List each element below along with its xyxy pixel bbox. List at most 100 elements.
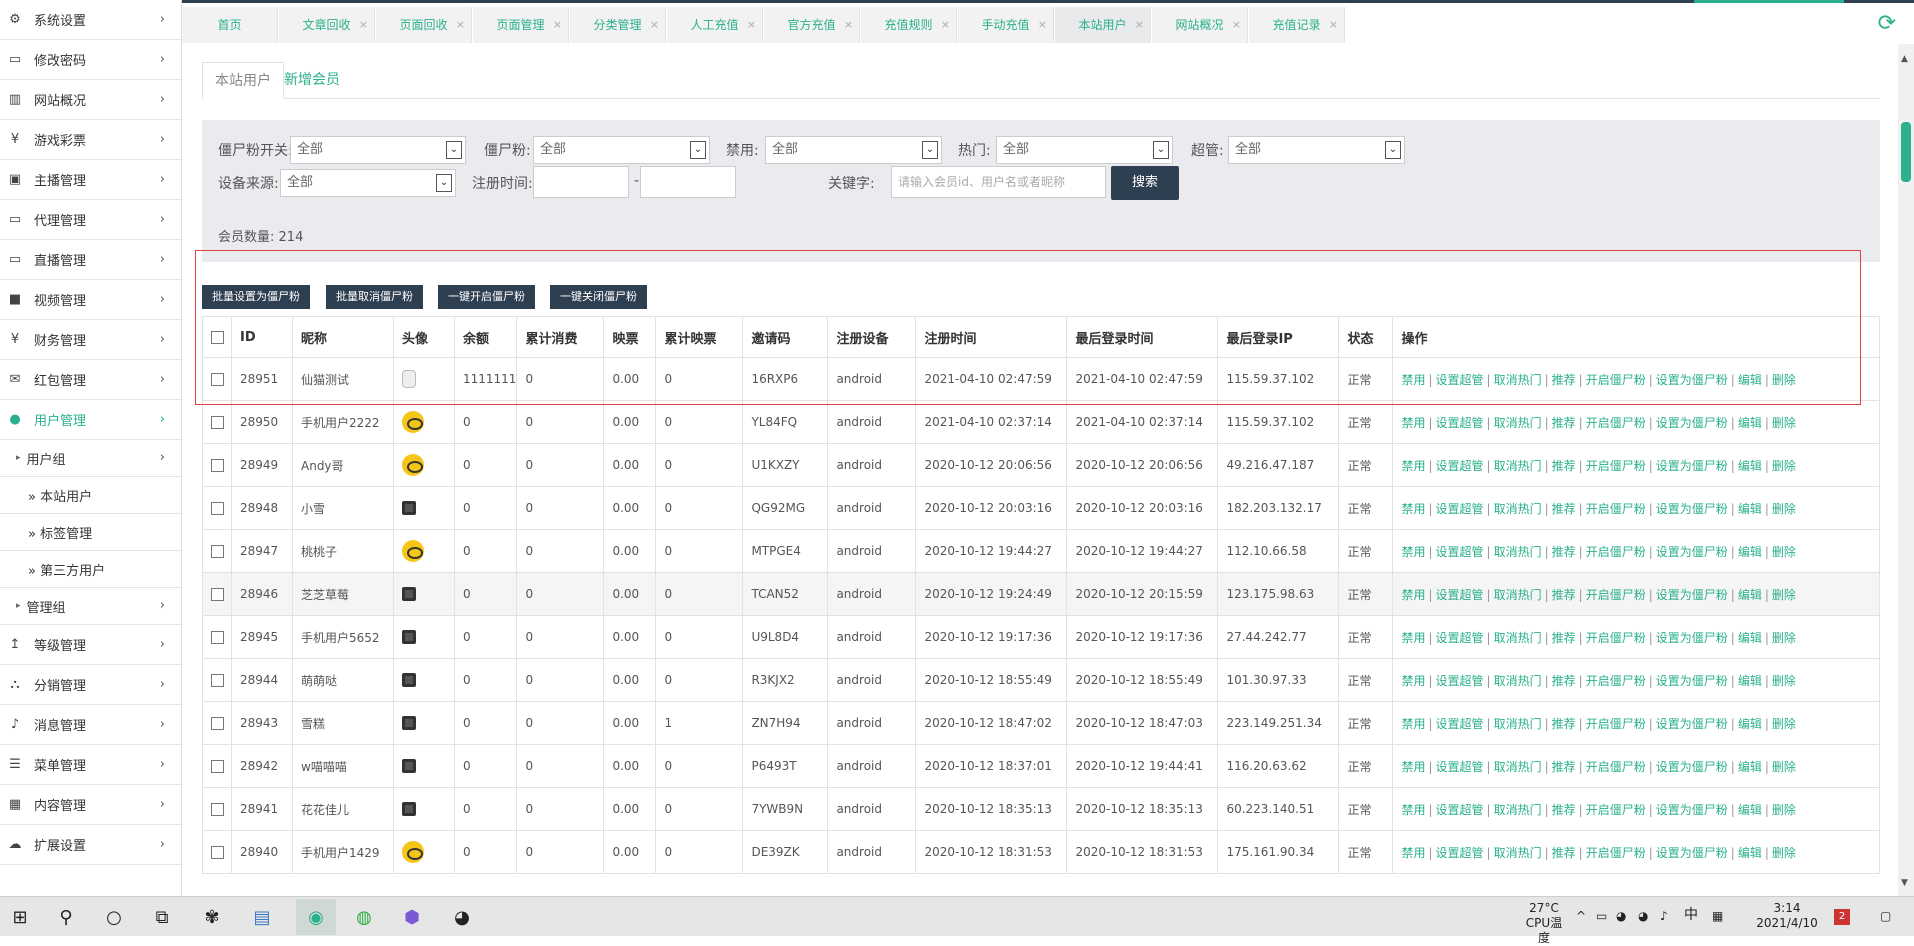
close-icon[interactable]: × <box>359 7 368 43</box>
row-action-link[interactable]: 开启僵尸粉 <box>1586 459 1646 473</box>
row-action-link[interactable]: 取消热门 <box>1494 760 1542 774</box>
row-action-link[interactable]: 设置超管 <box>1436 502 1484 516</box>
row-action-link[interactable]: 禁用 <box>1401 674 1425 688</box>
row-action-link[interactable]: 禁用 <box>1401 588 1425 602</box>
keyboard-icon[interactable]: ▦ <box>1712 909 1723 924</box>
row-action-link[interactable]: 禁用 <box>1401 846 1425 860</box>
row-action-link[interactable]: 开启僵尸粉 <box>1586 846 1646 860</box>
checkbox[interactable] <box>211 545 224 558</box>
sidebar-item[interactable]: ▦ 内容管理 › <box>0 785 181 825</box>
qq-tray-icon[interactable]: ◕ <box>1616 909 1626 924</box>
scroll-up-icon[interactable]: ▲ <box>1901 54 1908 64</box>
sidebar-item[interactable]: ¥ 财务管理 › <box>0 320 181 360</box>
sidebar-item[interactable]: ↥ 等级管理 › <box>0 625 181 665</box>
sidebar-item[interactable]: ▭ 直播管理 › <box>0 240 181 280</box>
checkbox[interactable] <box>211 373 224 386</box>
tab[interactable]: 分类管理 × <box>570 7 666 43</box>
row-action-link[interactable]: 编辑 <box>1738 545 1762 559</box>
row-action-link[interactable]: 编辑 <box>1738 803 1762 817</box>
tab[interactable]: 本站用户 × <box>1055 7 1151 43</box>
row-action-link[interactable]: 删除 <box>1772 416 1796 430</box>
reg-start-input[interactable] <box>533 166 629 198</box>
row-action-link[interactable]: 禁用 <box>1401 717 1425 731</box>
row-action-link[interactable]: 推荐 <box>1552 416 1576 430</box>
row-action-link[interactable]: 开启僵尸粉 <box>1586 545 1646 559</box>
row-action-link[interactable]: 编辑 <box>1738 631 1762 645</box>
row-action-link[interactable]: 开启僵尸粉 <box>1586 502 1646 516</box>
row-action-link[interactable]: 推荐 <box>1552 588 1576 602</box>
file-explorer-icon[interactable]: ▤ <box>250 905 274 929</box>
row-action-link[interactable]: 删除 <box>1772 588 1796 602</box>
checkbox[interactable] <box>211 588 224 601</box>
refresh-icon[interactable]: ⟳ <box>1878 11 1896 36</box>
row-action-link[interactable]: 删除 <box>1772 803 1796 817</box>
row-action-link[interactable]: 设置超管 <box>1436 416 1484 430</box>
row-action-link[interactable]: 编辑 <box>1738 373 1762 387</box>
row-action-link[interactable]: 开启僵尸粉 <box>1586 373 1646 387</box>
row-action-link[interactable]: 设置为僵尸粉 <box>1656 502 1728 516</box>
sidebar-item[interactable]: ☁ 扩展设置 › <box>0 825 181 865</box>
zombie-switch-select[interactable]: 全部 ⌄ <box>290 136 466 164</box>
row-action-link[interactable]: 设置超管 <box>1436 846 1484 860</box>
sidebar-item[interactable]: ▣ 主播管理 › <box>0 160 181 200</box>
row-action-link[interactable]: 设置超管 <box>1436 631 1484 645</box>
row-action-link[interactable]: 推荐 <box>1552 846 1576 860</box>
row-select[interactable] <box>202 701 232 745</box>
row-action-link[interactable]: 禁用 <box>1401 459 1425 473</box>
row-action-link[interactable]: 开启僵尸粉 <box>1586 760 1646 774</box>
row-action-link[interactable]: 设置为僵尸粉 <box>1656 846 1728 860</box>
tab[interactable]: 文章回收 × <box>279 7 375 43</box>
row-action-link[interactable]: 推荐 <box>1552 545 1576 559</box>
row-action-link[interactable]: 设置超管 <box>1436 588 1484 602</box>
checkbox[interactable] <box>211 502 224 515</box>
sidebar-subitem[interactable]: ▸ 管理组 › <box>0 588 181 625</box>
row-action-link[interactable]: 设置超管 <box>1436 717 1484 731</box>
row-action-link[interactable]: 禁用 <box>1401 760 1425 774</box>
row-action-link[interactable]: 取消热门 <box>1494 459 1542 473</box>
checkbox[interactable] <box>211 416 224 429</box>
row-action-link[interactable]: 设置为僵尸粉 <box>1656 674 1728 688</box>
row-action-link[interactable]: 禁用 <box>1401 502 1425 516</box>
sidebar-item[interactable]: ¥ 游戏彩票 › <box>0 120 181 160</box>
close-icon[interactable]: × <box>1329 7 1338 43</box>
row-select[interactable] <box>202 443 232 487</box>
bulk-action-button[interactable]: 批量取消僵尸粉 <box>326 285 423 309</box>
row-action-link[interactable]: 编辑 <box>1738 459 1762 473</box>
chevron-up-icon[interactable]: ^ <box>1576 909 1586 924</box>
volume-icon[interactable]: ♪ <box>1660 909 1668 924</box>
row-action-link[interactable]: 删除 <box>1772 674 1796 688</box>
row-action-link[interactable]: 删除 <box>1772 717 1796 731</box>
tab[interactable]: 网站概况 × <box>1152 7 1248 43</box>
row-action-link[interactable]: 禁用 <box>1401 631 1425 645</box>
tab[interactable]: 充值记录 × <box>1249 7 1345 43</box>
row-action-link[interactable]: 删除 <box>1772 502 1796 516</box>
row-select[interactable] <box>202 787 232 831</box>
row-select[interactable] <box>202 357 232 401</box>
row-action-link[interactable]: 推荐 <box>1552 502 1576 516</box>
checkbox[interactable] <box>211 846 224 859</box>
sidebar-item[interactable]: ▥ 网站概况 › <box>0 80 181 120</box>
notification-badge[interactable]: 2 <box>1834 909 1850 925</box>
row-action-link[interactable]: 禁用 <box>1401 373 1425 387</box>
row-action-link[interactable]: 设置超管 <box>1436 545 1484 559</box>
row-action-link[interactable]: 禁用 <box>1401 545 1425 559</box>
row-action-link[interactable]: 开启僵尸粉 <box>1586 803 1646 817</box>
checkbox[interactable] <box>211 717 224 730</box>
close-icon[interactable]: × <box>650 7 659 43</box>
tab[interactable]: 充值规则 × <box>861 7 957 43</box>
ban-select[interactable]: 全部 ⌄ <box>765 136 942 164</box>
row-action-link[interactable]: 取消热门 <box>1494 588 1542 602</box>
row-action-link[interactable]: 设置为僵尸粉 <box>1656 545 1728 559</box>
row-action-link[interactable]: 开启僵尸粉 <box>1586 416 1646 430</box>
row-action-link[interactable]: 取消热门 <box>1494 631 1542 645</box>
row-action-link[interactable]: 编辑 <box>1738 416 1762 430</box>
hot-select[interactable]: 全部 ⌄ <box>996 136 1173 164</box>
row-action-link[interactable]: 设置超管 <box>1436 803 1484 817</box>
tab[interactable]: 人工充值 × <box>667 7 763 43</box>
sidebar-subsubitem[interactable]: » 第三方用户 <box>0 551 181 588</box>
row-action-link[interactable]: 删除 <box>1772 545 1796 559</box>
sidebar-item[interactable]: ♪ 消息管理 › <box>0 705 181 745</box>
row-select[interactable] <box>202 486 232 530</box>
row-select[interactable] <box>202 572 232 616</box>
bulk-action-button[interactable]: 一键开启僵尸粉 <box>438 285 535 309</box>
